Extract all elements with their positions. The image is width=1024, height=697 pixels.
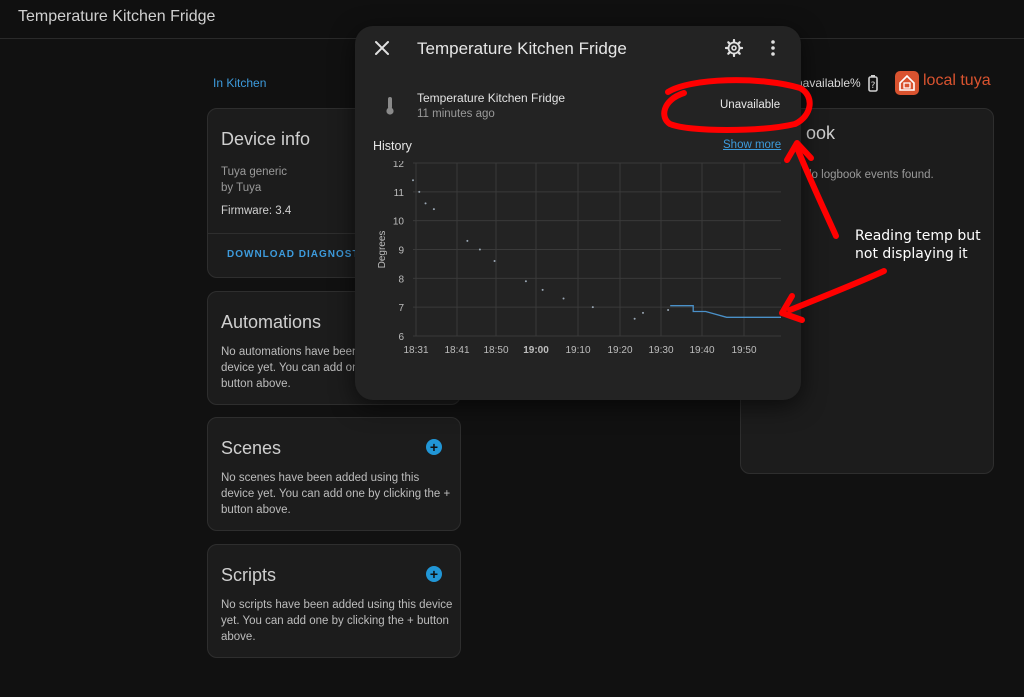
history-chart: 6 7 8 9 10 11 12 18:31 18:41 18:50 19:00 19:10 19:20… bbox=[377, 161, 781, 356]
x-tick-label: 19:40 bbox=[689, 345, 714, 356]
y-tick-label: 11 bbox=[394, 188, 405, 199]
annotation-line: Reading temp but bbox=[855, 228, 981, 244]
entity-state: Unavailable bbox=[720, 99, 781, 111]
data-point bbox=[466, 239, 469, 242]
scenes-desc-line: button above. bbox=[221, 504, 291, 516]
scripts-card: Scripts + No scripts have been added usi… bbox=[207, 544, 461, 658]
data-point bbox=[418, 190, 421, 193]
scripts-desc-line: yet. You can add one by clicking the + b… bbox=[221, 615, 449, 627]
y-tick-label: 10 bbox=[393, 217, 405, 228]
dialog-title: Temperature Kitchen Fridge bbox=[417, 39, 627, 58]
add-scene-button[interactable]: + bbox=[426, 439, 442, 455]
entity-last-changed: 11 minutes ago bbox=[417, 108, 495, 120]
x-tick-label: 19:50 bbox=[731, 345, 756, 356]
automations-desc-line: No automations have been bbox=[221, 346, 359, 358]
history-heading: History bbox=[373, 139, 412, 153]
data-point bbox=[642, 311, 644, 314]
scenes-desc-line: No scenes have been added using this bbox=[221, 472, 420, 484]
data-point bbox=[424, 202, 427, 205]
y-tick-label: 6 bbox=[398, 332, 404, 343]
data-point bbox=[667, 309, 670, 312]
data-point bbox=[524, 280, 527, 283]
area-link[interactable]: In Kitchen bbox=[213, 76, 266, 90]
y-tick-label: 7 bbox=[398, 303, 404, 314]
data-point bbox=[412, 179, 414, 182]
thermometer-icon bbox=[386, 97, 394, 115]
logbook-empty-text: lo logbook events found. bbox=[809, 169, 934, 181]
close-icon bbox=[375, 41, 389, 55]
data-point bbox=[633, 317, 636, 320]
data-point bbox=[562, 297, 565, 300]
x-tick-label: 18:41 bbox=[444, 345, 469, 356]
data-point bbox=[541, 288, 544, 291]
y-tick-label: 8 bbox=[398, 274, 404, 285]
plus-icon: + bbox=[429, 439, 439, 455]
more-options-button[interactable] bbox=[765, 39, 781, 62]
x-tick-label: 19:10 bbox=[565, 345, 590, 356]
entity-more-info-dialog: Temperature Kitchen Fridge Temperature K… bbox=[355, 26, 801, 400]
device-firmware: Firmware: 3.4 bbox=[221, 205, 292, 217]
entity-name: Temperature Kitchen Fridge bbox=[417, 91, 566, 105]
annotation-line: not displaying it bbox=[855, 246, 968, 262]
battery-status-text: navailable% bbox=[796, 76, 861, 90]
annotation-note: Reading temp but not displaying it bbox=[855, 227, 981, 263]
x-tick-label: 19:00 bbox=[523, 345, 549, 356]
y-tick-label: 9 bbox=[398, 246, 404, 257]
automations-desc-line: button above. bbox=[221, 378, 291, 390]
gear-icon bbox=[724, 38, 744, 58]
data-point bbox=[478, 248, 481, 251]
settings-button[interactable] bbox=[724, 38, 744, 62]
plus-icon: + bbox=[429, 566, 439, 582]
scenes-title: Scenes bbox=[221, 438, 282, 458]
close-button[interactable] bbox=[373, 39, 391, 62]
scripts-desc-line: No scripts have been added using this de… bbox=[221, 599, 453, 611]
local-tuya-logo bbox=[895, 71, 919, 95]
logbook-title: ook bbox=[806, 123, 836, 143]
scripts-title: Scripts bbox=[221, 565, 277, 585]
dots-vertical-icon bbox=[771, 40, 775, 56]
x-tick-label: 18:31 bbox=[403, 345, 428, 356]
data-point bbox=[493, 260, 496, 263]
battery-unknown-icon: ? bbox=[868, 75, 878, 92]
data-point bbox=[432, 208, 435, 211]
data-point bbox=[591, 306, 594, 309]
automations-title: Automations bbox=[221, 312, 322, 332]
automations-desc-line: device yet. You can add on bbox=[221, 362, 359, 374]
x-tick-label: 19:20 bbox=[607, 345, 632, 356]
page-title: Temperature Kitchen Fridge bbox=[18, 8, 216, 25]
device-info-title: Device info bbox=[221, 129, 311, 149]
scripts-desc-line: above. bbox=[221, 631, 256, 643]
svg-text:?: ? bbox=[871, 81, 876, 91]
show-more-link[interactable]: Show more bbox=[723, 139, 781, 151]
download-diagnostics-button[interactable]: DOWNLOAD DIAGNOSTIC bbox=[227, 249, 372, 260]
scenes-card: Scenes + No scenes have been added using… bbox=[207, 417, 461, 531]
device-model: Tuya generic bbox=[221, 166, 288, 178]
integration-name: local tuya bbox=[923, 72, 991, 89]
device-manufacturer: by Tuya bbox=[221, 182, 262, 194]
add-script-button[interactable]: + bbox=[426, 566, 442, 582]
scenes-desc-line: device yet. You can add one by clicking … bbox=[221, 488, 451, 500]
y-tick-label: 12 bbox=[393, 161, 405, 170]
y-axis-label: Degrees bbox=[377, 231, 388, 269]
x-tick-label: 18:50 bbox=[483, 345, 508, 356]
x-tick-label: 19:30 bbox=[648, 345, 673, 356]
